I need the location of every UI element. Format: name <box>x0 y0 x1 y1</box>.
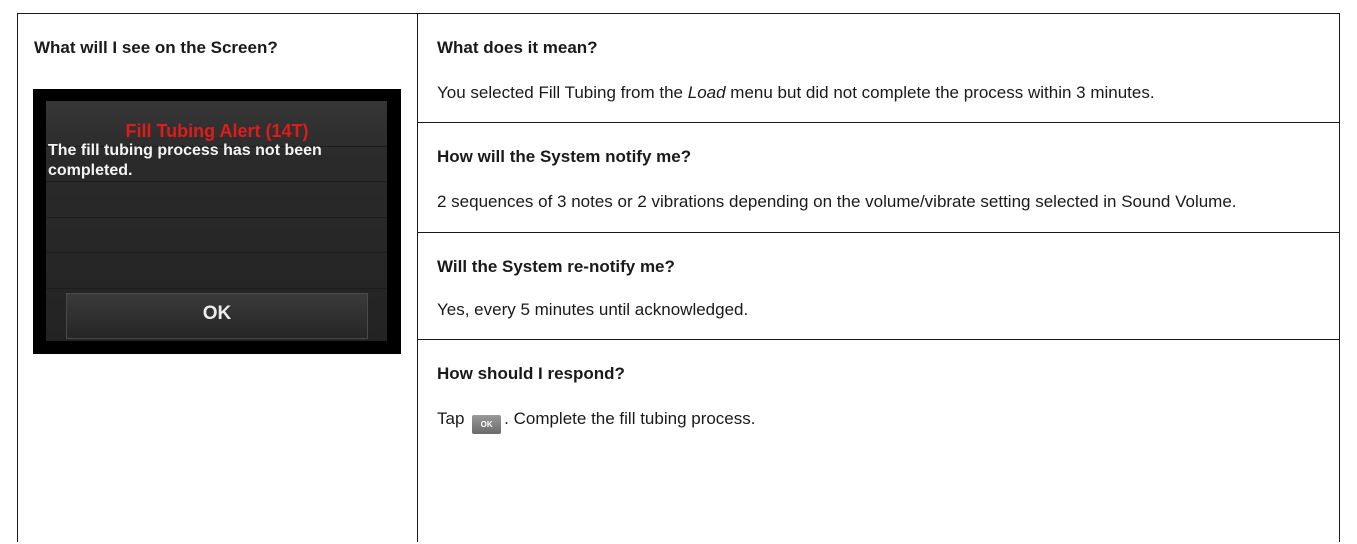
body-text: . Complete the fill tubing process. <box>504 409 756 428</box>
ok-button-icon: OK <box>472 415 502 434</box>
menu-ref: Load <box>687 83 726 102</box>
body-text: Tap <box>437 409 470 428</box>
section-heading: How will the System notify me? <box>437 147 692 166</box>
screen-column: What will I see on the Screen? Fill Tubi… <box>18 14 418 542</box>
section-body: Tap OK. Complete the fill tubing process… <box>437 408 1299 434</box>
section-body: You selected Fill Tubing from the Load m… <box>437 82 1299 104</box>
ok-button[interactable]: OK <box>66 293 368 339</box>
alert-info-table: What will I see on the Screen? Fill Tubi… <box>17 13 1340 542</box>
section-respond: How should I respond? Tap OK. Complete t… <box>418 339 1339 544</box>
screen-column-header: What will I see on the Screen? <box>34 38 278 57</box>
section-heading: Will the System re-notify me? <box>437 257 675 276</box>
body-text: You selected <box>437 83 539 102</box>
section-meaning: What does it mean? You selected Fill Tub… <box>418 14 1339 122</box>
alert-title: Fill Tubing Alert (14T) <box>125 121 309 141</box>
menu-item-ref: Fill Tubing <box>538 83 616 102</box>
section-body: 2 sequences of 3 notes or 2 vibrations d… <box>437 192 1237 211</box>
body-text: from the <box>615 83 688 102</box>
section-heading: What does it mean? <box>437 38 598 57</box>
body-text: menu but did not complete the process wi… <box>725 83 1155 102</box>
alert-message: The fill tubing process has not been com… <box>48 142 322 179</box>
section-heading: How should I respond? <box>437 364 625 383</box>
info-column: What does it mean? You selected Fill Tub… <box>418 14 1339 542</box>
section-notify: How will the System notify me? 2 sequenc… <box>418 122 1339 233</box>
section-renotify: Will the System re-notify me? Yes, every… <box>418 232 1339 340</box>
section-body: Yes, every 5 minutes until acknowledged. <box>437 300 749 319</box>
device-screen: Fill Tubing Alert (14T) The fill tubing … <box>33 89 401 354</box>
